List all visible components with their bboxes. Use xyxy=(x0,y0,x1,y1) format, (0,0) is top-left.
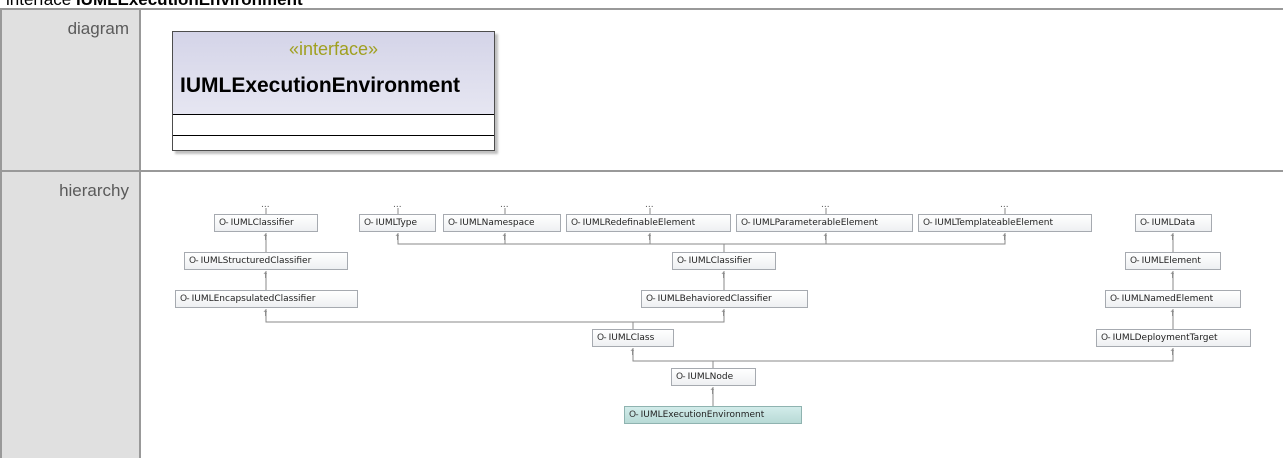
svg-text:↑: ↑ xyxy=(709,387,716,396)
svg-text:↑: ↑ xyxy=(262,271,269,280)
node-label: IUMLNode xyxy=(687,372,734,382)
svg-text:↑: ↑ xyxy=(262,309,269,318)
node-iumltemplateableelement[interactable]: O- IUMLTemplateableElement xyxy=(918,214,1092,232)
node-label: IUMLClassifier xyxy=(230,218,294,228)
node-label: IUMLRedefinableElement xyxy=(582,218,696,228)
node-iumlredefinableelement[interactable]: O- IUMLRedefinableElement xyxy=(566,214,731,232)
node-iumldata[interactable]: O- IUMLData xyxy=(1135,214,1212,232)
node-iumlbehavioredclassifier[interactable]: O- IUMLBehavioredClassifier xyxy=(641,290,808,308)
ellipsis-marker: ... xyxy=(261,200,270,210)
ellipsis-marker: ... xyxy=(645,200,654,210)
svg-text:↑: ↑ xyxy=(1169,271,1176,280)
node-label: IUMLElement xyxy=(1141,256,1201,266)
interface-icon: O- xyxy=(629,410,639,420)
node-iumldeploymenttarget[interactable]: O- IUMLDeploymentTarget xyxy=(1096,329,1251,347)
node-iumlclass[interactable]: O- IUMLClass xyxy=(592,329,674,347)
node-iumlclassifier[interactable]: O- IUMLClassifier xyxy=(214,214,318,232)
node-label: IUMLData xyxy=(1151,218,1196,228)
interface-icon: O- xyxy=(597,333,607,343)
interface-icon: O- xyxy=(677,256,687,266)
interface-icon: O- xyxy=(189,256,199,266)
interface-icon: O- xyxy=(1130,256,1140,266)
svg-text:↑: ↑ xyxy=(1169,348,1176,357)
svg-text:↑: ↑ xyxy=(1169,309,1176,318)
node-iumlelement[interactable]: O- IUMLElement xyxy=(1125,252,1221,270)
node-iumlparameterableelement[interactable]: O- IUMLParameterableElement xyxy=(736,214,913,232)
node-label: IUMLClassifier xyxy=(688,256,752,266)
svg-text:↑: ↑ xyxy=(646,233,653,242)
svg-text:↑: ↑ xyxy=(720,309,727,318)
svg-text:↑: ↑ xyxy=(629,348,636,357)
interface-icon: O- xyxy=(448,218,458,228)
interface-icon: O- xyxy=(741,218,751,228)
interface-icon: O- xyxy=(1101,333,1111,343)
interface-icon: O- xyxy=(646,294,656,304)
node-iumlnode[interactable]: O- IUMLNode xyxy=(671,368,756,386)
interface-icon: O- xyxy=(364,218,374,228)
svg-text:↑: ↑ xyxy=(501,233,508,242)
interface-icon: O- xyxy=(1140,218,1150,228)
node-iumlnamespace[interactable]: O- IUMLNamespace xyxy=(443,214,561,232)
interface-icon: O- xyxy=(923,218,933,228)
ellipsis-marker: ... xyxy=(500,200,509,210)
interface-icon: O- xyxy=(180,294,190,304)
node-label: IUMLStructuredClassifier xyxy=(200,256,312,266)
node-label: IUMLDeploymentTarget xyxy=(1112,333,1218,343)
node-label: IUMLClass xyxy=(608,333,655,343)
node-label: IUMLParameterableElement xyxy=(752,218,878,228)
svg-text:↑: ↑ xyxy=(720,271,727,280)
svg-text:↑: ↑ xyxy=(822,233,829,242)
ellipsis-marker: ... xyxy=(393,200,402,210)
node-label: IUMLBehavioredClassifier xyxy=(657,294,772,304)
node-label: IUMLEncapsulatedClassifier xyxy=(191,294,316,304)
node-label: IUMLNamespace xyxy=(459,218,535,228)
ellipsis-marker: ... xyxy=(821,200,830,210)
svg-text:↑: ↑ xyxy=(1001,233,1008,242)
interface-icon: O- xyxy=(219,218,229,228)
node-iumlclassifier-mid[interactable]: O- IUMLClassifier xyxy=(672,252,776,270)
node-label: IUMLExecutionEnvironment xyxy=(640,410,765,420)
ellipsis-marker: ... xyxy=(1000,200,1009,210)
svg-text:↑: ↑ xyxy=(262,233,269,242)
node-label: IUMLType xyxy=(375,218,418,228)
node-label: IUMLTemplateableElement xyxy=(934,218,1053,228)
svg-text:↑: ↑ xyxy=(1169,233,1176,242)
node-label: IUMLNamedElement xyxy=(1121,294,1214,304)
node-iumlexecutionenvironment-selected[interactable]: O- IUMLExecutionEnvironment xyxy=(624,406,802,424)
interface-icon: O- xyxy=(1110,294,1120,304)
node-iumlnamedelement[interactable]: O- IUMLNamedElement xyxy=(1105,290,1241,308)
node-iumltype[interactable]: O- IUMLType xyxy=(359,214,436,232)
node-iumlstructuredclassifier[interactable]: O- IUMLStructuredClassifier xyxy=(184,252,348,270)
interface-icon: O- xyxy=(676,372,686,382)
node-iumlencapsulatedclassifier[interactable]: O- IUMLEncapsulatedClassifier xyxy=(175,290,358,308)
interface-icon: O- xyxy=(571,218,581,228)
svg-text:↑: ↑ xyxy=(394,233,401,242)
